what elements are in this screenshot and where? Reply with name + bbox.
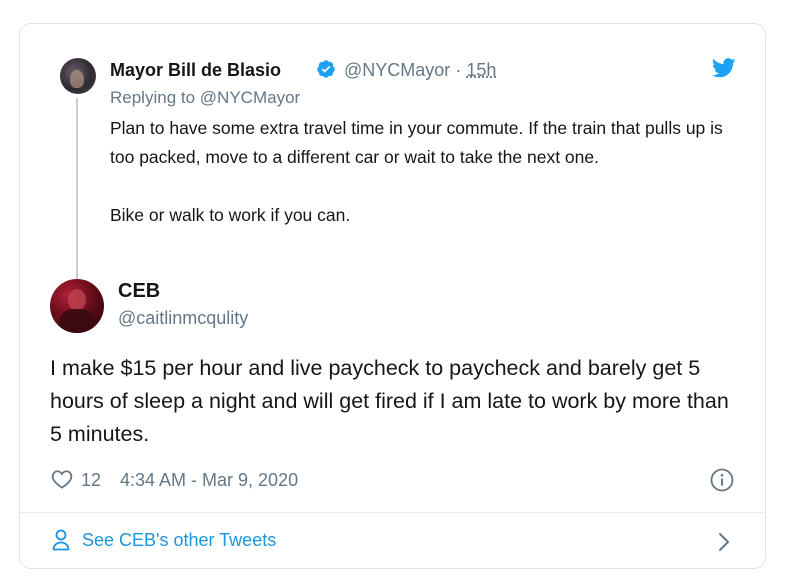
quoted-author-meta: @NYCMayor · 15h — [344, 60, 496, 81]
twitter-bird-icon[interactable] — [712, 58, 736, 78]
quoted-author-handle[interactable]: @NYCMayor — [344, 60, 450, 80]
tweet-text: I make $15 per hour and live paycheck to… — [50, 356, 729, 446]
tweet-card: Mayor Bill de Blasio @NYCMayor · 15h Rep… — [19, 23, 766, 569]
quoted-paragraph: Bike or walk to work if you can. — [110, 205, 351, 225]
quoted-author-avatar[interactable] — [60, 58, 96, 94]
see-other-tweets-link[interactable]: See CEB's other Tweets — [82, 530, 276, 551]
quoted-author-name[interactable]: Mayor Bill de Blasio — [110, 60, 281, 81]
chevron-right-icon[interactable] — [718, 532, 730, 552]
like-count[interactable]: 12 — [81, 470, 101, 491]
thread-connector-line — [76, 98, 78, 284]
quoted-tweet-body: Plan to have some extra travel time in y… — [110, 114, 730, 230]
footer-divider — [20, 512, 765, 513]
person-icon[interactable] — [52, 529, 70, 551]
author-name[interactable]: CEB — [118, 280, 160, 303]
quoted-paragraph: Plan to have some extra travel time in y… — [110, 118, 723, 167]
author-avatar[interactable] — [50, 279, 104, 333]
replying-prefix: Replying to — [110, 88, 196, 107]
meta-separator: · — [455, 60, 462, 80]
tweet-timestamp[interactable]: 4:34 AM - Mar 9, 2020 — [120, 470, 298, 491]
replying-to-line: Replying to @NYCMayor — [110, 88, 300, 108]
replying-to-handle[interactable]: @NYCMayor — [200, 88, 300, 107]
heart-icon[interactable] — [51, 469, 73, 489]
info-icon[interactable] — [710, 468, 734, 492]
verified-badge-icon — [317, 60, 335, 78]
author-handle[interactable]: @caitlinmcqulity — [118, 308, 248, 329]
quoted-tweet-time[interactable]: 15h — [466, 60, 496, 80]
